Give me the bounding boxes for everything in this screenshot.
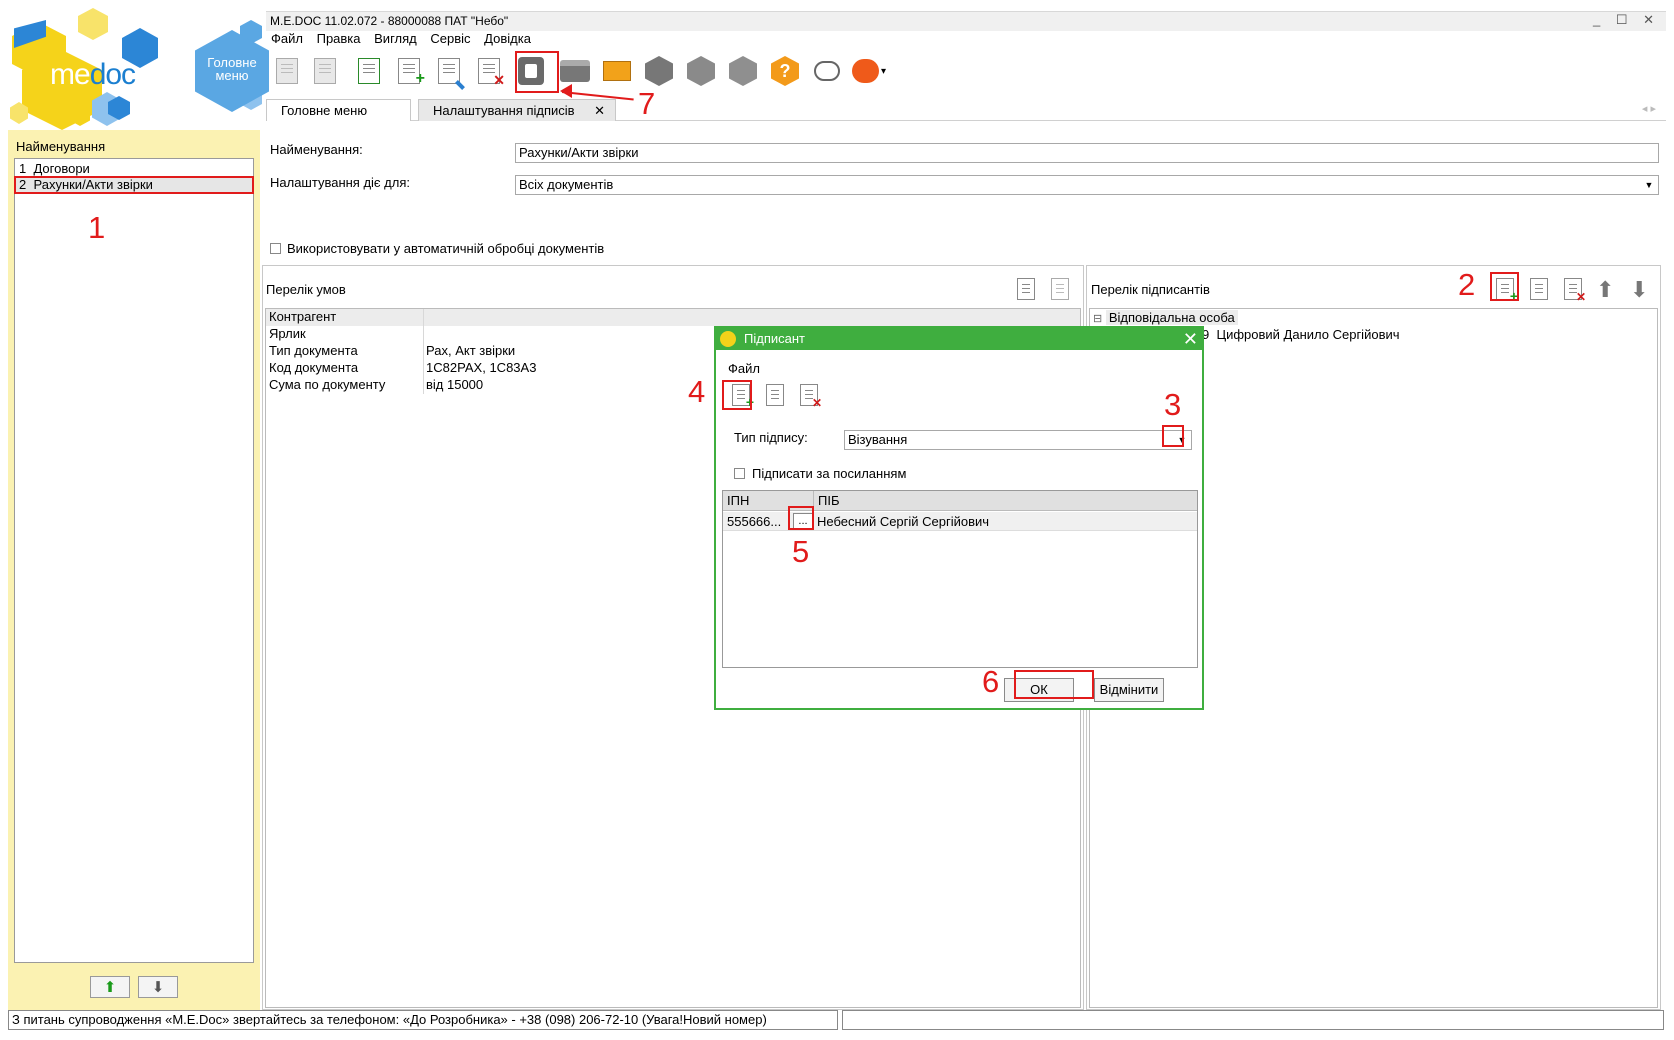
tab-scroll-icon[interactable]: ◂ ▸	[1642, 102, 1656, 115]
delete-signer-icon[interactable]: ✕	[1558, 274, 1588, 304]
annotation-number: 6	[982, 664, 1000, 699]
chevron-down-icon[interactable]: ▼	[1641, 177, 1657, 193]
applies-label: Налаштування діє для:	[270, 175, 411, 190]
dialog-title-bar: Підписант ✕	[716, 328, 1202, 350]
auto-process-label: Використовувати у автоматичній обробці д…	[287, 241, 605, 256]
table-row[interactable]: Контрагент	[266, 309, 1080, 326]
annotation-number: 1	[88, 210, 106, 245]
annotation-box	[515, 51, 559, 93]
annotation-number: 4	[688, 374, 706, 409]
conditions-title: Перелік умов	[266, 282, 346, 297]
status-bar-secondary	[842, 1010, 1664, 1030]
annotation-number: 7	[638, 86, 656, 121]
logo-text: medoc	[50, 58, 136, 91]
menu-help[interactable]: Довідка	[484, 31, 531, 46]
open-folder-icon[interactable]	[270, 52, 304, 90]
tab-bar: Головне меню Налаштування підписів ✕ ◂ ▸	[266, 99, 1666, 121]
check-shield-icon[interactable]	[726, 52, 760, 90]
chevron-down-icon[interactable]: ▾	[881, 66, 886, 77]
name-label: Найменування:	[270, 142, 363, 157]
annotation-number: 3	[1164, 387, 1182, 422]
arrow-down-icon[interactable]: ⬇	[1630, 277, 1648, 303]
edit-condition-icon[interactable]	[1012, 274, 1040, 304]
collapse-icon[interactable]: ⊟	[1093, 313, 1102, 325]
delete-file-icon[interactable]: ✕	[794, 380, 824, 410]
menu-bar: Файл Правка Вигляд Сервіс Довідка	[266, 31, 541, 51]
app-window: medoc Головне меню M.E.DOC 11.02.072 - 8…	[0, 0, 1674, 1040]
window-title: M.E.DOC 11.02.072 - 88000088 ПАТ "Небо"	[270, 14, 509, 28]
sign-type-label: Тип підпису:	[734, 430, 808, 445]
tab-signature-settings[interactable]: Налаштування підписів ✕	[418, 99, 616, 121]
window-controls[interactable]: _ ☐ ✕	[1593, 12, 1660, 28]
left-panel-header: Найменування	[16, 139, 106, 154]
close-icon[interactable]: ✕	[594, 100, 605, 121]
edit-file-icon[interactable]	[760, 380, 790, 410]
edit-document-icon[interactable]	[432, 52, 466, 90]
window-title-bar: M.E.DOC 11.02.072 - 88000088 ПАТ "Небо"	[266, 11, 1666, 31]
column-header-ipn[interactable]: ІПН	[727, 493, 749, 508]
signers-title: Перелік підписантів	[1091, 282, 1210, 297]
menu-view[interactable]: Вигляд	[374, 31, 417, 46]
edit-signer-icon[interactable]	[1524, 274, 1554, 304]
arrow-up-icon: ⬆	[103, 979, 117, 996]
chat-icon[interactable]	[810, 52, 844, 90]
annotation-number: 5	[792, 534, 810, 569]
add-document-icon[interactable]: +	[392, 52, 426, 90]
people-icon	[720, 331, 736, 347]
feedback-icon[interactable]: ▾	[852, 52, 886, 90]
tree-node-child[interactable]: 9 Цифровий Данило Сергійович	[1202, 327, 1400, 343]
logo-hex	[78, 8, 108, 40]
status-bar: З питань супроводження «M.E.Doc» звертай…	[8, 1010, 838, 1030]
menu-file[interactable]: Файл	[271, 31, 303, 46]
applies-select[interactable]: Всіх документів ▼	[515, 175, 1659, 195]
arrow-down-icon: ⬇	[151, 979, 165, 996]
close-icon[interactable]: ✕	[1183, 328, 1198, 350]
delete-folder-icon[interactable]	[308, 52, 342, 90]
annotation-box	[1162, 425, 1184, 447]
delete-document-icon[interactable]: ✕	[472, 52, 506, 90]
move-down-button[interactable]: ⬇	[138, 976, 178, 998]
auto-process-checkbox[interactable]	[270, 243, 281, 254]
move-up-button[interactable]: ⬆	[90, 976, 130, 998]
tree-node-root[interactable]: ⊟ Відповідальна особа	[1093, 310, 1655, 327]
menu-edit[interactable]: Правка	[317, 31, 361, 46]
name-input[interactable]: Рахунки/Акти звірки	[515, 143, 1659, 163]
annotation-box	[788, 506, 814, 530]
annotation-box	[14, 176, 254, 194]
sign-by-link-checkbox[interactable]	[734, 468, 745, 479]
file-label: Файл	[728, 361, 760, 376]
help-icon[interactable]: ?	[768, 52, 802, 90]
tab-main-menu[interactable]: Головне меню	[266, 99, 411, 121]
annotation-box	[1014, 670, 1094, 699]
sign-type-select[interactable]: Візування ▼	[844, 430, 1192, 450]
inbox-icon[interactable]	[684, 52, 718, 90]
column-header-name[interactable]: ПІБ	[818, 493, 840, 508]
settings-list: 1 Договори 2 Рахунки/Акти звірки	[14, 158, 254, 963]
delete-condition-icon[interactable]	[1046, 274, 1074, 304]
annotation-box	[1490, 272, 1519, 301]
sign-by-link-label: Підписати за посиланням	[752, 466, 907, 481]
annotation-arrow-head	[560, 84, 572, 98]
annotation-number: 2	[1458, 267, 1476, 302]
cancel-button[interactable]: Відмінити	[1094, 678, 1164, 702]
menu-service[interactable]: Сервіс	[430, 31, 470, 46]
mail-send-icon[interactable]	[600, 52, 634, 90]
search-icon[interactable]	[642, 52, 676, 90]
dialog-title: Підписант	[744, 331, 805, 346]
arrow-up-icon[interactable]: ⬆	[1596, 277, 1614, 303]
documents-icon[interactable]	[352, 52, 386, 90]
annotation-box	[722, 380, 752, 410]
